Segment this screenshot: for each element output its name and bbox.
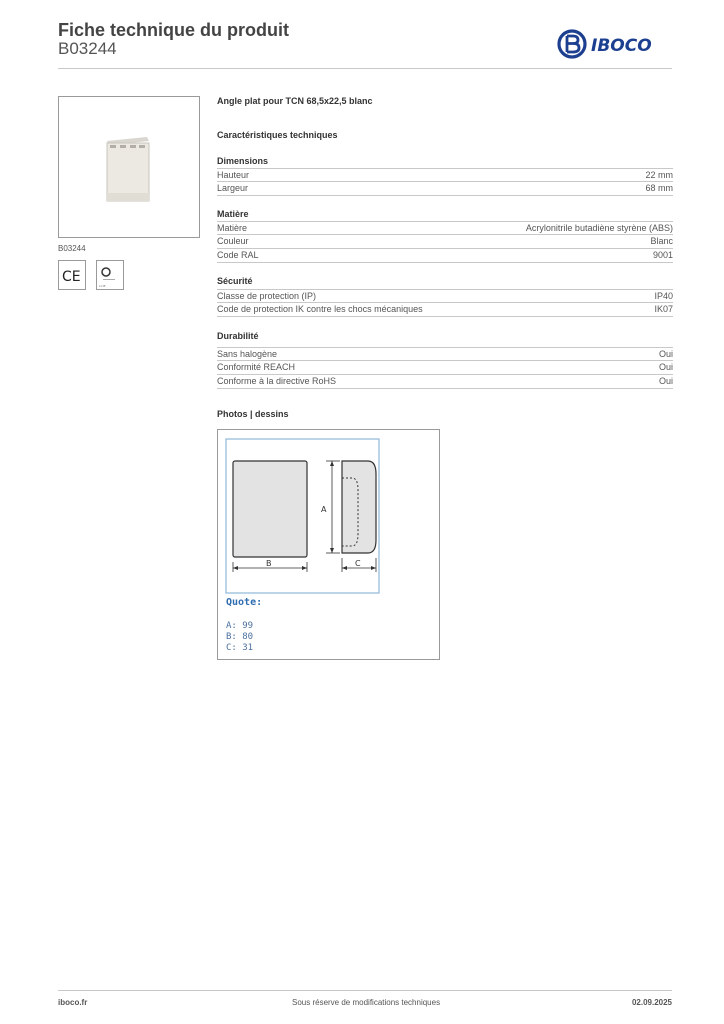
dim-label-c: C <box>355 559 361 568</box>
footer-date: 02.09.2025 <box>631 998 672 1007</box>
footer-website: iboco.fr <box>58 998 88 1007</box>
footer-divider <box>58 990 672 991</box>
spec-label: Conformité REACH <box>217 362 296 372</box>
spec-label: Code RAL <box>217 250 259 260</box>
spec-value: IP40 <box>654 291 673 301</box>
spec-row: Conforme à la directive RoHS Oui <box>217 375 673 389</box>
spec-label: Classe de protection (IP) <box>217 291 317 301</box>
dim-label-b: B <box>266 559 272 568</box>
quote-title: Quote: <box>226 597 263 608</box>
spec-row: Sans halogène Oui <box>217 347 673 361</box>
product-name: Angle plat pour TCN 68,5x22,5 blanc <box>217 96 373 106</box>
spec-value: Oui <box>658 349 673 359</box>
spec-row: Code de protection IK contre les chocs m… <box>217 303 673 317</box>
quote-line: A: 99 <box>226 621 254 631</box>
spec-title: Caractéristiques techniques <box>217 130 338 140</box>
product-photo <box>106 137 150 202</box>
brand-name: IBOCO <box>591 36 652 56</box>
spec-value: 68 mm <box>645 183 673 193</box>
spec-row: Largeur 68 mm <box>217 182 673 196</box>
svg-text:LCIE: LCIE <box>99 284 106 288</box>
spec-label: Matière <box>217 223 248 233</box>
section-material-title: Matière <box>217 209 249 219</box>
header-divider <box>58 68 672 69</box>
spec-row: Matière Acrylonitrile butadiène styrène … <box>217 221 673 235</box>
spec-label: Code de protection IK contre les chocs m… <box>217 304 423 314</box>
section-security-title: Sécurité <box>217 276 253 286</box>
iboco-logo: IBOCO <box>557 29 652 59</box>
product-image-frame <box>58 96 200 238</box>
spec-value: Blanc <box>650 236 673 246</box>
drawings-title: Photos | dessins <box>217 409 289 419</box>
spec-row: Classe de protection (IP) IP40 <box>217 289 673 303</box>
product-code: B03244 <box>58 39 117 58</box>
spec-label: Couleur <box>217 236 249 246</box>
spec-label: Largeur <box>217 183 249 193</box>
svg-text:CE: CE <box>62 269 81 285</box>
spec-label: Hauteur <box>217 170 250 180</box>
spec-row: Code RAL 9001 <box>217 249 673 263</box>
spec-value: Oui <box>658 376 673 386</box>
spec-value: 22 mm <box>645 170 673 180</box>
footer-disclaimer: Sous réserve de modifications techniques <box>292 998 441 1007</box>
spec-value: IK07 <box>654 304 673 314</box>
ce-mark-badge: CE <box>58 260 86 290</box>
spec-label: Conforme à la directive RoHS <box>217 376 337 386</box>
quote-line: C: 31 <box>226 643 254 653</box>
dim-label-a: A <box>321 505 327 514</box>
page-title: Fiche technique du produit <box>58 20 289 40</box>
section-dimensions-title: Dimensions <box>217 156 269 166</box>
spec-row: Couleur Blanc <box>217 235 673 249</box>
lcie-mark-icon: LCIE <box>99 267 115 288</box>
spec-row: Hauteur 22 mm <box>217 168 673 182</box>
spec-label: Sans halogène <box>217 349 278 359</box>
spec-row: Conformité REACH Oui <box>217 361 673 375</box>
ce-mark-icon: CE <box>62 269 81 285</box>
spec-value: Oui <box>658 362 673 372</box>
spec-value: Acrylonitrile butadiène styrène (ABS) <box>525 223 673 233</box>
lcie-badge: LCIE <box>96 260 124 290</box>
product-image-caption: B03244 <box>58 244 86 253</box>
quote-line: B: 80 <box>226 632 254 642</box>
section-durability-title: Durabilité <box>217 331 259 341</box>
spec-value: 9001 <box>652 250 673 260</box>
